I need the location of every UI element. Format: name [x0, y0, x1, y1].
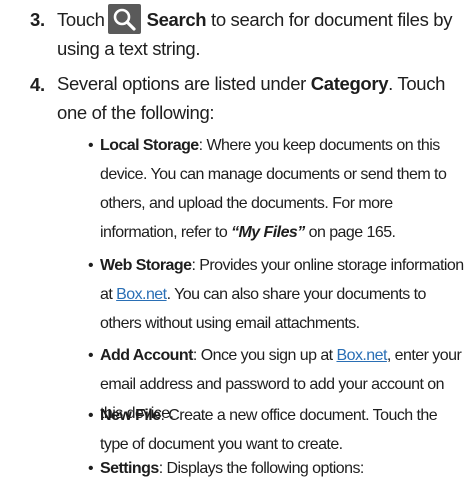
bullet-text: New File: Create a new office document. …	[100, 407, 438, 453]
step-text: Several options are listed under Categor…	[57, 73, 446, 123]
bullet-text: Settings: Displays the following options…	[100, 460, 364, 477]
search-icon	[107, 4, 141, 34]
step-text: Touch Search to search for document files…	[57, 4, 469, 63]
category-label: Category	[310, 73, 389, 94]
step-number: 4.	[30, 74, 45, 95]
step-number: 3.	[30, 9, 45, 30]
search-label: Search	[146, 9, 207, 30]
box-net-link[interactable]: Box.net	[116, 286, 167, 303]
box-net-link[interactable]: Box.net	[336, 347, 387, 364]
bullet-text: Web Storage: Provides your online storag…	[100, 257, 464, 332]
bullet-text: Local Storage: Where you keep documents …	[100, 137, 447, 241]
document-page: 3. Touch Search to search for document fi…	[0, 0, 475, 482]
my-files-ref: “My Files”	[231, 224, 305, 241]
